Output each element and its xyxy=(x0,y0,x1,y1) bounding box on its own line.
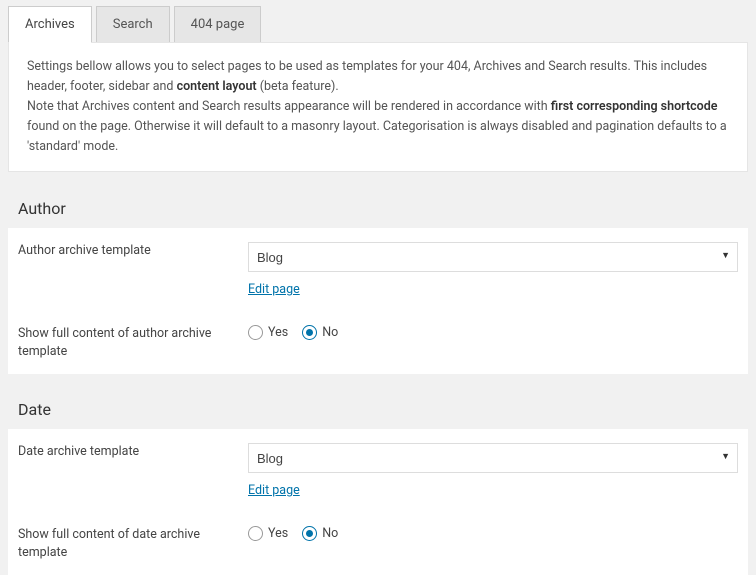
radio-author-no[interactable]: No xyxy=(302,325,338,340)
select-author-template[interactable]: Blog xyxy=(248,242,738,272)
label-author-template: Author archive template xyxy=(18,242,248,297)
radio-label-no: No xyxy=(322,325,338,340)
tab-search[interactable]: Search xyxy=(96,6,170,43)
radio-label-yes: Yes xyxy=(268,325,288,340)
info-text: (beta feature). xyxy=(257,79,339,94)
link-edit-page-date[interactable]: Edit page xyxy=(248,483,300,498)
label-author-fullcontent: Show full content of author archive temp… xyxy=(18,325,248,360)
label-date-template: Date archive template xyxy=(18,443,248,498)
radio-group-author-fullcontent: Yes No xyxy=(248,325,738,340)
info-text: Note that Archives content and Search re… xyxy=(27,99,551,114)
select-date-template[interactable]: Blog xyxy=(248,443,738,473)
info-strong-content-layout: content layout xyxy=(177,79,257,94)
link-edit-page-author[interactable]: Edit page xyxy=(248,282,300,297)
label-date-fullcontent: Show full content of date archive templa… xyxy=(18,526,248,561)
radio-author-yes[interactable]: Yes xyxy=(248,325,288,340)
info-strong-shortcode: first corresponding shortcode xyxy=(551,99,718,114)
info-text: Settings bellow allows you to select pag… xyxy=(27,59,707,94)
info-text: found on the page. Otherwise it will def… xyxy=(27,119,727,154)
info-box: Settings bellow allows you to select pag… xyxy=(8,42,748,172)
section-title-author: Author xyxy=(8,185,748,228)
section-title-date: Date xyxy=(8,386,748,429)
section-author: Author Author archive template Blog Edit… xyxy=(8,185,748,374)
section-date: Date Date archive template Blog Edit pag… xyxy=(8,386,748,575)
radio-icon xyxy=(302,325,317,340)
radio-icon xyxy=(248,325,263,340)
tabs-bar: Archives Search 404 page xyxy=(0,0,756,43)
tab-archives[interactable]: Archives xyxy=(8,6,92,43)
tab-404-page[interactable]: 404 page xyxy=(174,6,262,43)
